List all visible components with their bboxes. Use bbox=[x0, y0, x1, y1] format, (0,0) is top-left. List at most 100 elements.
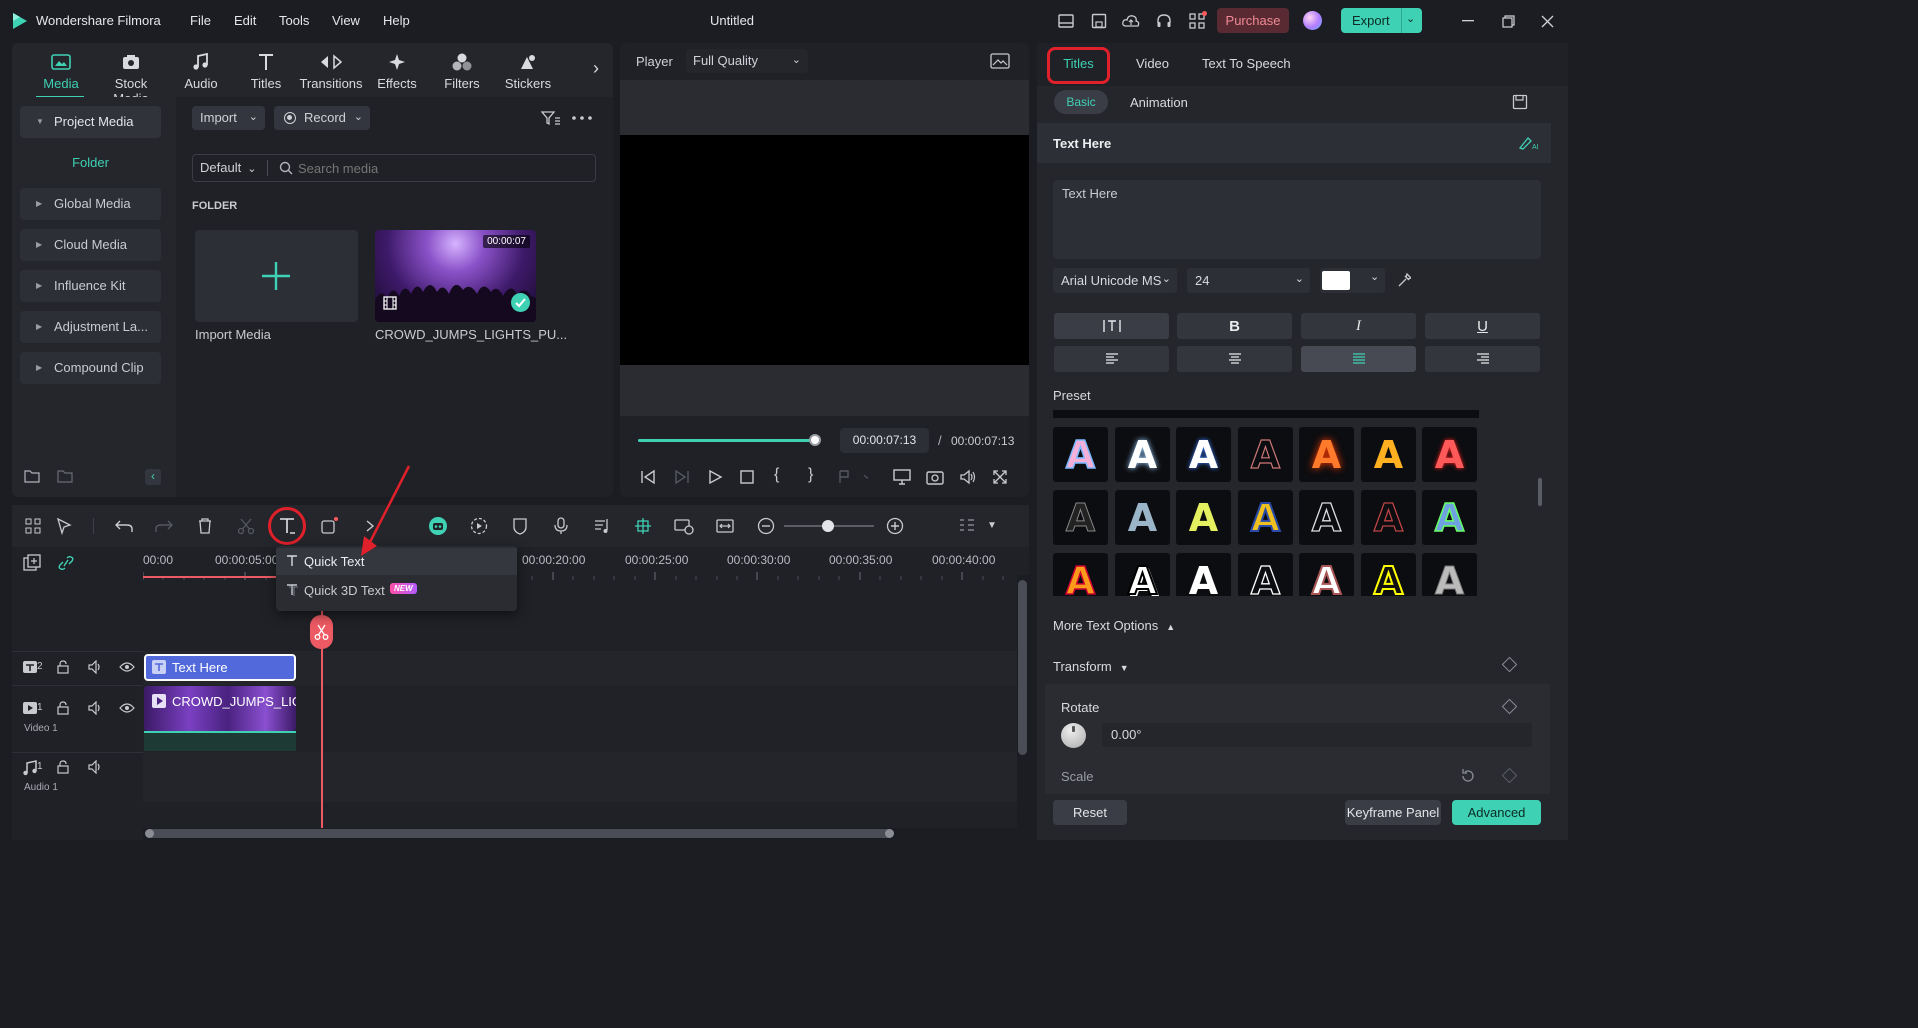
next-frame-icon[interactable] bbox=[674, 469, 690, 485]
preset-tile[interactable]: A bbox=[1176, 553, 1231, 596]
preset-tile[interactable]: A bbox=[1238, 490, 1293, 545]
preset-tile[interactable]: A bbox=[1422, 490, 1477, 545]
import-button[interactable]: Import ⌄ bbox=[192, 106, 265, 130]
align-left-button[interactable] bbox=[1054, 346, 1169, 372]
text-input-area[interactable]: Text Here bbox=[1053, 180, 1541, 259]
tab-transitions[interactable]: Transitions bbox=[298, 48, 364, 100]
preset-tile[interactable]: A bbox=[1361, 427, 1416, 482]
eye-visibility-icon[interactable] bbox=[119, 661, 135, 673]
preset-tile[interactable]: A bbox=[1238, 427, 1293, 482]
sidebar-item-compound-clip[interactable]: ▶ Compound Clip bbox=[20, 352, 161, 384]
preset-tile[interactable]: A bbox=[1115, 427, 1170, 482]
reset-button[interactable]: Reset bbox=[1053, 800, 1127, 825]
eye-visibility-icon[interactable] bbox=[119, 702, 135, 714]
align-right-button[interactable] bbox=[1425, 346, 1540, 372]
tab-text-to-speech[interactable]: Text To Speech bbox=[1202, 56, 1291, 71]
volume-icon[interactable] bbox=[959, 469, 977, 485]
subtab-animation[interactable]: Animation bbox=[1130, 95, 1188, 110]
advanced-button[interactable]: Advanced bbox=[1452, 800, 1541, 825]
rotate-dial[interactable] bbox=[1061, 723, 1086, 748]
underline-button[interactable]: U bbox=[1425, 313, 1540, 339]
preset-tile[interactable]: A bbox=[1115, 490, 1170, 545]
color-picker[interactable]: ⌄ bbox=[1320, 268, 1385, 293]
fit-timeline-icon[interactable] bbox=[713, 514, 737, 538]
menu-tools[interactable]: Tools bbox=[279, 0, 309, 42]
zoom-in-icon[interactable] bbox=[883, 514, 907, 538]
snapshot-camera-icon[interactable] bbox=[926, 469, 944, 485]
export-button[interactable]: Export ⌄ bbox=[1341, 8, 1422, 33]
align-center-button[interactable] bbox=[1177, 346, 1292, 372]
audio-beat-icon[interactable] bbox=[590, 514, 614, 538]
align-justify-button[interactable] bbox=[1301, 346, 1416, 372]
link-chain-icon[interactable] bbox=[57, 555, 75, 571]
preset-tile[interactable]: A bbox=[1299, 427, 1354, 482]
preset-tile[interactable]: A bbox=[1115, 553, 1170, 596]
menu-edit[interactable]: Edit bbox=[234, 0, 256, 42]
video-clip[interactable]: CROWD_JUMPS_LIG... bbox=[144, 686, 296, 731]
preset-tile[interactable]: A bbox=[1361, 553, 1416, 596]
preset-tile[interactable]: A bbox=[1422, 427, 1477, 482]
delete-trash-icon[interactable] bbox=[193, 514, 217, 538]
preset-tile[interactable]: A bbox=[1361, 490, 1416, 545]
select-cursor-icon[interactable] bbox=[53, 514, 77, 538]
reset-rotate-icon[interactable] bbox=[1460, 768, 1476, 784]
stop-icon[interactable] bbox=[739, 469, 755, 485]
cloud-upload-icon[interactable] bbox=[1121, 11, 1141, 31]
search-input[interactable] bbox=[298, 157, 588, 179]
mark-in-icon[interactable]: { bbox=[774, 466, 779, 484]
restore-icon[interactable] bbox=[1498, 11, 1518, 31]
menu-help[interactable]: Help bbox=[383, 0, 410, 42]
caret-down-icon[interactable]: ▼ bbox=[987, 520, 997, 531]
tab-audio[interactable]: Audio bbox=[168, 48, 234, 100]
properties-scrollbar[interactable] bbox=[1538, 478, 1542, 506]
tab-titles[interactable]: Titles bbox=[233, 48, 299, 100]
italic-button[interactable]: I bbox=[1301, 313, 1416, 339]
zoom-slider-handle[interactable] bbox=[822, 520, 834, 532]
preset-tile[interactable]: A bbox=[1053, 490, 1108, 545]
font-size-dropdown[interactable]: 24 ⌄ bbox=[1187, 268, 1310, 293]
tab-stock-media[interactable]: Stock Media bbox=[96, 48, 166, 106]
preset-tile[interactable]: A bbox=[1176, 427, 1231, 482]
crop-shape-icon[interactable] bbox=[317, 514, 341, 538]
folder-outline-icon[interactable] bbox=[57, 469, 73, 483]
timeline-hscroll-thumb[interactable] bbox=[146, 829, 894, 838]
text-spacing-button[interactable] bbox=[1054, 313, 1169, 339]
sidebar-item-project-media[interactable]: ▼ Project Media bbox=[20, 106, 161, 138]
playhead-split-handle[interactable] bbox=[310, 615, 333, 649]
tab-effects[interactable]: Effects bbox=[364, 48, 430, 100]
sidebar-folder[interactable]: Folder bbox=[20, 147, 161, 179]
previous-frame-icon[interactable] bbox=[640, 469, 656, 485]
save-icon[interactable] bbox=[1089, 11, 1109, 31]
preset-tile[interactable]: A bbox=[1053, 427, 1108, 482]
sort-dropdown[interactable]: Default ⌄ bbox=[200, 154, 256, 182]
tab-filters[interactable]: Filters bbox=[429, 48, 495, 100]
menu-item-quick-3d-text[interactable]: Quick 3D Text NEW bbox=[276, 577, 517, 604]
avatar[interactable] bbox=[1303, 11, 1322, 30]
preset-tile[interactable]: A bbox=[1238, 553, 1293, 596]
snap-magnet-icon[interactable] bbox=[631, 514, 655, 538]
preset-tile[interactable]: A bbox=[1176, 490, 1231, 545]
lock-icon[interactable] bbox=[56, 660, 70, 674]
bold-button[interactable]: B bbox=[1177, 313, 1292, 339]
media-thumbnail[interactable]: 00:00:07 bbox=[375, 230, 536, 322]
filter-sort-icon[interactable] bbox=[541, 110, 561, 126]
apps-grid-icon[interactable] bbox=[1187, 11, 1207, 31]
playback-scrubber-handle[interactable] bbox=[809, 434, 821, 446]
headset-support-icon[interactable] bbox=[1154, 11, 1174, 31]
minimize-icon[interactable] bbox=[1458, 11, 1478, 31]
more-text-options-toggle[interactable]: More Text Options ▲ bbox=[1053, 618, 1175, 633]
marker-icon[interactable] bbox=[838, 469, 868, 485]
add-track-icon[interactable] bbox=[23, 554, 41, 572]
import-media-tile[interactable] bbox=[195, 230, 358, 322]
mark-out-icon[interactable]: } bbox=[808, 466, 813, 484]
sidebar-item-cloud-media[interactable]: ▶ Cloud Media bbox=[20, 229, 161, 261]
menu-file[interactable]: File bbox=[190, 0, 211, 42]
text-clip[interactable]: Text Here bbox=[144, 654, 296, 681]
video-preview[interactable] bbox=[620, 135, 1029, 365]
transform-toggle[interactable]: Transform ▼ bbox=[1053, 659, 1129, 674]
layout-grid-icon[interactable] bbox=[21, 514, 45, 538]
tab-video-props[interactable]: Video bbox=[1136, 56, 1169, 71]
display-monitor-icon[interactable] bbox=[893, 469, 911, 485]
shield-marker-icon[interactable] bbox=[508, 514, 532, 538]
current-time[interactable]: 00:00:07:13 bbox=[840, 428, 929, 453]
